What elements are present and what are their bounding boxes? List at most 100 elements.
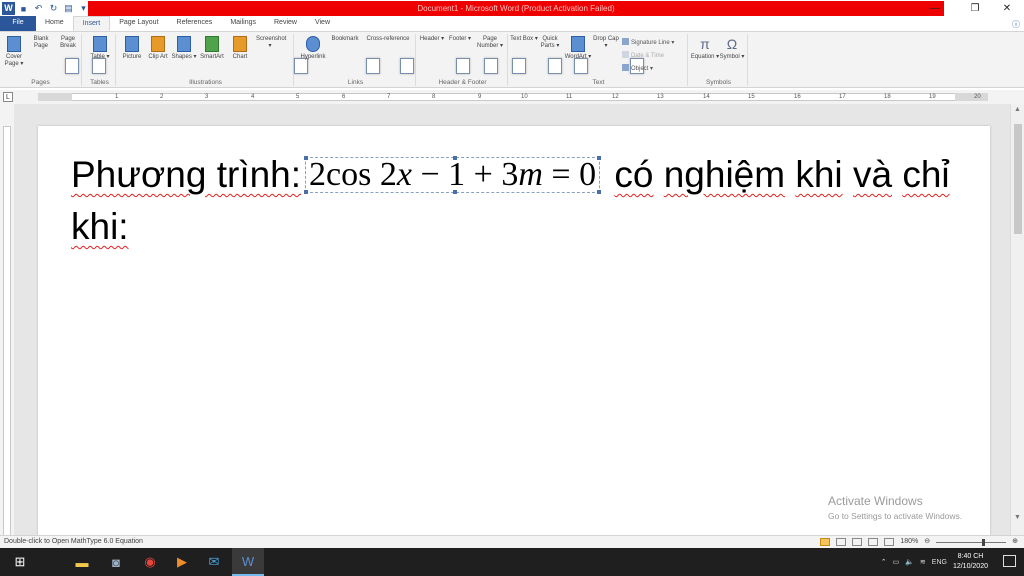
notification-center-icon[interactable]: [1003, 555, 1016, 567]
file-explorer-icon[interactable]: ▬: [66, 548, 98, 576]
input-language[interactable]: ENG: [932, 559, 947, 566]
resize-handle[interactable]: [452, 190, 457, 194]
battery-icon[interactable]: ▭: [893, 558, 900, 566]
word-chi[interactable]: chỉ: [902, 154, 949, 195]
cross-reference-icon: [400, 58, 414, 74]
symbol-button[interactable]: Ω Symbol ▾: [718, 36, 746, 61]
tab-home[interactable]: Home: [36, 16, 73, 31]
web-layout-view-button[interactable]: [852, 538, 863, 546]
cross-reference-button[interactable]: Cross-reference: [362, 36, 414, 74]
smartart-icon: [205, 36, 219, 52]
shapes-button[interactable]: Shapes ▾: [170, 36, 198, 61]
print-preview-icon[interactable]: ▤: [62, 2, 75, 15]
footer-button[interactable]: Footer ▾: [446, 36, 498, 74]
print-layout-view-button[interactable]: [820, 538, 831, 546]
hyperlink-button[interactable]: Hyperlink: [296, 36, 330, 61]
full-screen-view-button[interactable]: [836, 538, 847, 546]
ruler-number: 2: [160, 94, 164, 100]
zoom-slider[interactable]: [936, 538, 1007, 546]
page-number-button[interactable]: Page Number ▾: [474, 36, 526, 74]
save-icon[interactable]: ■: [17, 2, 30, 15]
text-box-button[interactable]: Text Box ▾: [510, 36, 562, 74]
page-break-button[interactable]: Page Break: [54, 36, 106, 74]
clock[interactable]: 8:40 CH 12/10/2020: [953, 552, 988, 572]
blank-page-button[interactable]: Blank Page: [27, 36, 79, 74]
chevron-up-icon[interactable]: ⌃: [881, 558, 887, 566]
text-phuong-trinh[interactable]: Phương trình:: [71, 154, 301, 195]
redo-icon[interactable]: ↻: [47, 2, 60, 15]
vertical-ruler-bar[interactable]: [3, 126, 11, 536]
ruler-number: 6: [342, 94, 346, 100]
tab-selector[interactable]: L: [3, 92, 13, 102]
word-taskbar-icon[interactable]: W: [232, 548, 264, 576]
clip-art-button[interactable]: Clip Art: [144, 36, 172, 61]
ruler-number: 18: [884, 94, 891, 100]
start-windows-icon[interactable]: ⊞: [4, 548, 36, 576]
mail-icon[interactable]: ✉: [198, 548, 230, 576]
word-va[interactable]: và: [853, 154, 892, 195]
document-body[interactable]: Phương trình: 2cos 2x − 1 + 3m = 0 có ngh…: [71, 149, 971, 253]
tab-file[interactable]: File: [0, 16, 36, 31]
scroll-down-icon[interactable]: ▼: [1011, 514, 1024, 521]
zoom-level[interactable]: 180%: [900, 536, 918, 548]
bookmark-button[interactable]: Bookmark: [328, 36, 380, 74]
chart-button[interactable]: Chart: [226, 36, 254, 61]
signature-line-button[interactable]: Signature Line ▾: [622, 38, 674, 46]
resize-handle[interactable]: [597, 190, 602, 194]
ruler-number: 8: [432, 94, 436, 100]
cover-page-button[interactable]: Cover Page ▾: [0, 36, 28, 68]
restore-button[interactable]: ❐: [960, 0, 990, 17]
footer-icon: [484, 58, 498, 74]
word-nghiem[interactable]: nghiệm: [664, 154, 785, 195]
resize-handle[interactable]: [304, 190, 309, 194]
resize-handle[interactable]: [452, 156, 457, 160]
smartart-button[interactable]: SmartArt: [198, 36, 226, 61]
outline-view-button[interactable]: [868, 538, 879, 546]
tab-mailings[interactable]: Mailings: [221, 16, 265, 31]
volume-icon[interactable]: 🔈: [905, 558, 914, 566]
object-button[interactable]: Object ▾: [622, 64, 653, 72]
document-page[interactable]: Phương trình: 2cos 2x − 1 + 3m = 0 có ngh…: [38, 126, 990, 535]
close-button[interactable]: ✕: [992, 0, 1022, 17]
word-khi[interactable]: khi: [795, 154, 842, 195]
minimize-button[interactable]: —: [920, 0, 950, 17]
header-button[interactable]: Header ▾: [418, 36, 470, 74]
group-pages: Cover Page ▾ Blank Page Page Break Pages: [0, 34, 106, 86]
resize-handle[interactable]: [304, 156, 309, 160]
table-button[interactable]: Table ▾: [86, 36, 114, 61]
media-player-icon[interactable]: ▶: [166, 548, 198, 576]
text-khi[interactable]: khi:: [71, 206, 129, 247]
draft-view-button[interactable]: [884, 538, 895, 546]
equation-button[interactable]: π Equation ▾: [690, 36, 720, 61]
tab-view[interactable]: View: [306, 16, 339, 31]
help-icon[interactable]: ⓘ: [1012, 19, 1020, 30]
group-label-illustrations: Illustrations: [189, 79, 222, 86]
word-co[interactable]: có: [614, 154, 653, 195]
zoom-in-icon[interactable]: ⊕: [1012, 536, 1018, 548]
chrome-icon[interactable]: ◉: [134, 548, 166, 576]
ruler-number: 3: [205, 94, 209, 100]
date-time-button[interactable]: Date & Time: [622, 51, 664, 59]
vertical-scrollbar[interactable]: ▲ ▼: [1010, 104, 1024, 535]
picture-button[interactable]: Picture: [118, 36, 146, 61]
drop-cap-button[interactable]: Drop Cap ▾: [592, 36, 644, 74]
scroll-thumb[interactable]: [1014, 124, 1022, 234]
scroll-up-icon[interactable]: ▲: [1011, 106, 1024, 113]
camera-icon[interactable]: ◙: [100, 548, 132, 576]
tab-insert[interactable]: Insert: [72, 16, 111, 31]
quick-parts-button[interactable]: Quick Parts ▾: [536, 36, 588, 74]
tab-references[interactable]: References: [168, 16, 222, 31]
signature-line-icon: [622, 38, 629, 45]
resize-handle[interactable]: [597, 156, 602, 160]
zoom-out-icon[interactable]: ⊖: [924, 536, 930, 548]
left-margin-marker[interactable]: [38, 93, 72, 101]
tab-review[interactable]: Review: [265, 16, 306, 31]
wifi-icon[interactable]: ≋: [920, 558, 926, 566]
tab-page-layout[interactable]: Page Layout: [110, 16, 167, 31]
right-margin-marker[interactable]: [955, 93, 988, 101]
mathtype-equation[interactable]: 2cos 2x − 1 + 3m = 0: [304, 156, 602, 194]
screenshot-button[interactable]: Screenshot ▾: [256, 36, 308, 74]
undo-icon[interactable]: ↶: [32, 2, 45, 15]
wordart-button[interactable]: WordArt ▾: [564, 36, 592, 61]
zoom-slider-knob[interactable]: [982, 538, 986, 546]
